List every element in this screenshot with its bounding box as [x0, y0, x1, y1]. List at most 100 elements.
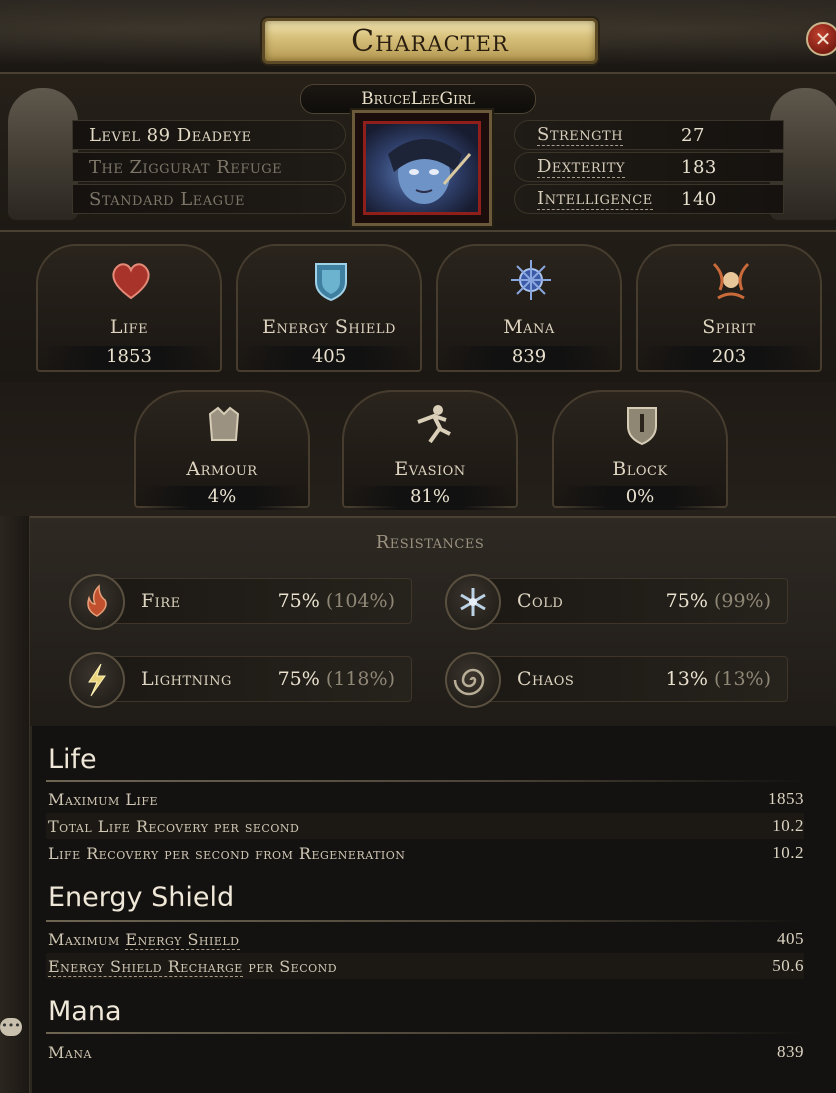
stat-row-maximum-life[interactable]: Maximum Life 1853 — [46, 786, 804, 812]
attribute-value: 27 — [681, 124, 705, 146]
stat-row-value: 10.2 — [772, 843, 804, 862]
section-title-energy-shield: Energy Shield — [48, 882, 235, 913]
resistance-value: 75% (118%) — [278, 668, 395, 690]
attribute-intelligence[interactable]: Intelligence 140 — [514, 184, 784, 214]
stat-label: Armour — [186, 458, 258, 480]
league: Standard League — [72, 184, 346, 214]
stat-value: 1853 — [44, 346, 214, 370]
stat-row-energy-shield-recharge[interactable]: Energy Shield Recharge per Second 50.6 — [46, 953, 804, 979]
resistance-current: 75% — [277, 668, 320, 690]
window-title: Character — [351, 23, 509, 59]
stat-row-value: 839 — [777, 1042, 804, 1061]
stat-box-block[interactable]: Block 0% — [552, 390, 728, 510]
stat-label: Block — [612, 458, 668, 480]
chat-icon[interactable]: ••• — [0, 1018, 22, 1036]
attribute-value: 183 — [681, 156, 717, 178]
resistance-label: Lightning — [141, 668, 232, 690]
location: The Ziggurat Refuge — [72, 152, 346, 182]
stat-label: Evasion — [394, 458, 466, 480]
level-class: Level 89 Deadeye — [72, 120, 346, 150]
defence-row: Armour 4% Evasion 81% Block 0% — [0, 382, 836, 516]
stat-value: 81% — [350, 486, 510, 510]
resistance-max: (13%) — [713, 668, 771, 690]
stat-label: Energy Shield — [262, 316, 396, 338]
stat-row-value: 405 — [777, 929, 804, 948]
stat-row-maximum-energy-shield[interactable]: Maximum Energy Shield 405 — [46, 926, 804, 952]
armour-icon — [208, 406, 240, 441]
resistance-current: 75% — [277, 590, 320, 612]
stat-box-energy-shield[interactable]: Energy Shield 405 — [236, 244, 422, 372]
stat-box-armour[interactable]: Armour 4% — [134, 390, 310, 510]
character-portrait[interactable] — [352, 110, 492, 226]
resistance-lightning[interactable]: Lightning 75% (118%) — [69, 652, 412, 708]
section-divider — [46, 920, 804, 922]
resistance-fire[interactable]: Fire 75% (104%) — [69, 574, 412, 630]
attribute-strength[interactable]: Strength 27 — [514, 120, 784, 150]
section-title-mana: Mana — [48, 996, 122, 1027]
stat-row-mana[interactable]: Mana 839 — [46, 1039, 804, 1065]
section-divider — [46, 780, 804, 782]
shield-icon — [315, 263, 347, 302]
resistance-max: (99%) — [713, 590, 771, 612]
title-bar: Character ✕ — [0, 0, 836, 72]
resistances-panel: Resistances Fire 75% (104%) Cold 75% (99… — [30, 516, 836, 726]
stats-details-panel[interactable]: Life Maximum Life 1853 Total Life Recove… — [30, 726, 836, 1093]
stat-row-total-life-recovery[interactable]: Total Life Recovery per second 10.2 — [46, 813, 804, 839]
close-icon[interactable]: ✕ — [806, 22, 836, 56]
stat-row-label: Maximum Energy Shield — [48, 929, 240, 950]
attribute-dexterity[interactable]: Dexterity 183 — [514, 152, 784, 182]
keyword-energy-shield[interactable]: Energy Shield — [125, 929, 240, 950]
snowflake-icon — [445, 574, 501, 630]
resistance-label: Fire — [141, 590, 181, 612]
resistance-value: 75% (104%) — [278, 590, 395, 612]
section-title-life: Life — [48, 744, 97, 775]
resistances-title: Resistances — [375, 532, 485, 553]
stat-row-value: 50.6 — [772, 956, 804, 975]
attribute-label: Dexterity — [537, 156, 626, 178]
main-stats-row: Life 1853 Energy Shield 405 Mana 839 Spi… — [0, 232, 836, 382]
stat-box-life[interactable]: Life 1853 — [36, 244, 222, 372]
window-title-plate: Character — [262, 18, 598, 64]
attribute-label: Intelligence — [537, 188, 653, 210]
stat-row-label: Mana — [48, 1042, 92, 1062]
stat-row-label-prefix: Maximum — [48, 929, 126, 949]
stat-row-value: 1853 — [768, 789, 804, 808]
section-divider — [46, 1032, 804, 1034]
keyword-energy-shield-recharge[interactable]: Energy Shield Recharge — [48, 956, 243, 977]
resistance-current: 13% — [665, 668, 708, 690]
stat-value: 4% — [142, 486, 302, 510]
block-shield-icon — [627, 407, 657, 446]
evasion-icon — [417, 405, 451, 444]
stat-row-value: 10.2 — [772, 816, 804, 835]
attribute-value: 140 — [681, 188, 717, 210]
portrait-face-icon — [388, 139, 472, 204]
resistance-max: (104%) — [325, 590, 395, 612]
stat-row-label: Life Recovery per second from Regenerati… — [48, 843, 406, 863]
stat-row-label: Maximum Life — [48, 789, 159, 809]
stat-value: 203 — [644, 346, 814, 370]
left-statue-decoration — [8, 88, 78, 220]
stat-row-label: Total Life Recovery per second — [48, 816, 300, 836]
resistance-current: 75% — [665, 590, 708, 612]
resistance-value: 13% (13%) — [666, 668, 771, 690]
stat-row-label-suffix: per Second — [242, 956, 338, 976]
resistance-chaos[interactable]: Chaos 13% (13%) — [445, 652, 788, 708]
lightning-icon — [69, 652, 125, 708]
stat-box-spirit[interactable]: Spirit 203 — [636, 244, 822, 372]
resistance-max: (118%) — [325, 668, 395, 690]
resistance-label: Cold — [517, 590, 564, 612]
resistance-value: 75% (99%) — [666, 590, 771, 612]
stat-label: Spirit — [702, 316, 756, 338]
resistance-label: Chaos — [517, 668, 575, 690]
stat-box-evasion[interactable]: Evasion 81% — [342, 390, 518, 510]
attribute-label: Strength — [537, 124, 624, 146]
character-name: BruceLeeGirl — [361, 89, 475, 109]
stat-value: 0% — [560, 486, 720, 510]
stat-label: Life — [109, 316, 149, 338]
stat-label: Mana — [503, 316, 555, 338]
resistance-cold[interactable]: Cold 75% (99%) — [445, 574, 788, 630]
stat-box-mana[interactable]: Mana 839 — [436, 244, 622, 372]
stat-row-label: Energy Shield Recharge per Second — [48, 956, 338, 977]
portrait-image — [363, 121, 481, 215]
stat-row-life-regeneration[interactable]: Life Recovery per second from Regenerati… — [46, 840, 804, 866]
